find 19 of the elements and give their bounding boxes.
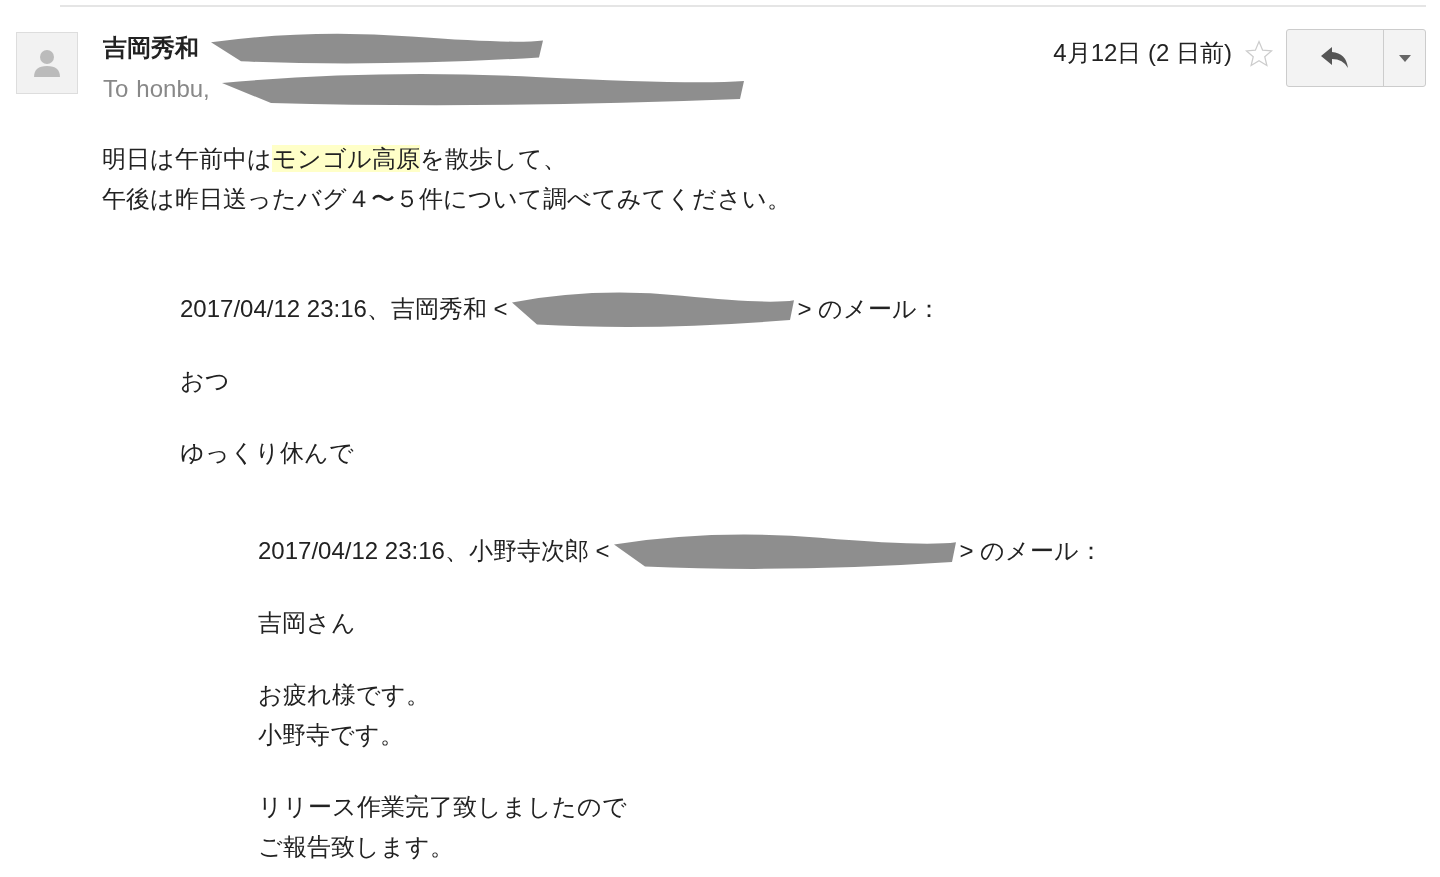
quote-header: 2017/04/12 23:16、小野寺次郎 < — [258, 536, 610, 566]
recipients: honbu, — [136, 75, 210, 103]
message-date: 4月12日 (2 日前) — [1053, 38, 1232, 68]
person-icon — [34, 49, 60, 77]
quote-header: > のメール： — [797, 294, 942, 324]
message-paragraph: リリース作業完了致しましたので ご報告致します。 — [258, 792, 628, 862]
caret-icon — [1398, 54, 1411, 62]
message-paragraph: おつ — [180, 366, 231, 396]
star-icon[interactable] — [1244, 39, 1274, 69]
message-paragraph: お疲れ様です。 小野寺です。 — [258, 680, 431, 750]
to-label: To — [103, 75, 129, 103]
message-line: 午後は昨日送ったバグ４〜５件について調べてみてください。 — [102, 184, 792, 214]
quote-header: > のメール： — [959, 536, 1104, 566]
message-paragraph: 吉岡さん — [258, 608, 357, 638]
reply-icon — [1321, 47, 1349, 69]
sender-name: 吉岡秀和 — [103, 33, 199, 63]
message-paragraph: ゆっくり休んで — [180, 438, 355, 468]
quote-header: 2017/04/12 23:16、吉岡秀和 < — [180, 294, 508, 324]
message-line: 明日は午前中はモンゴル高原を散歩して、 — [102, 144, 568, 174]
